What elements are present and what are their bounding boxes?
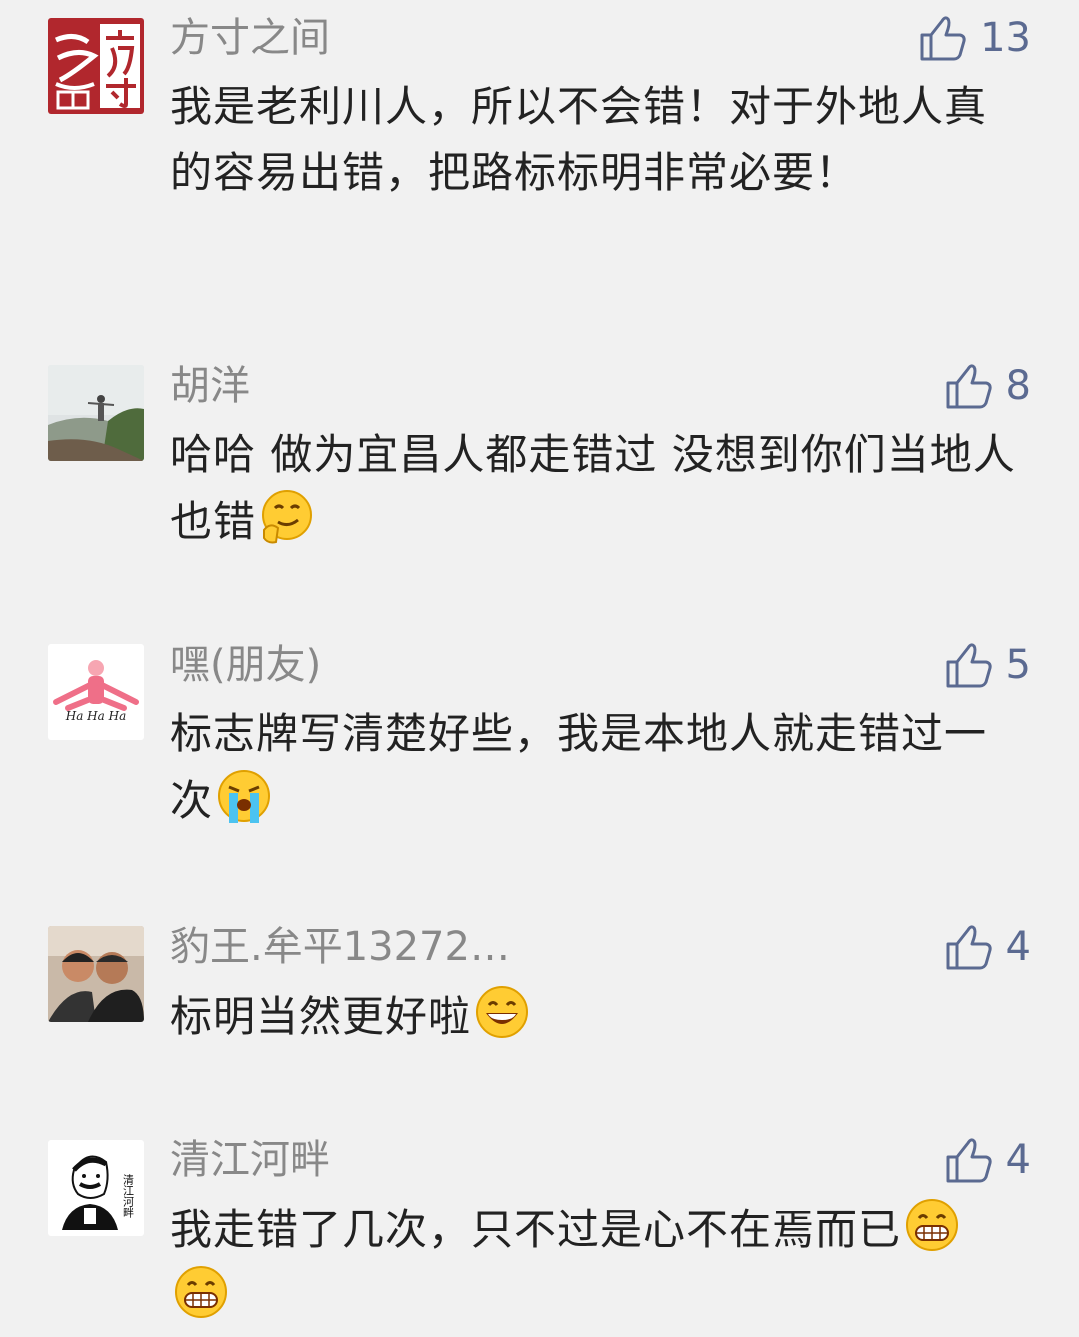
- mountain-photo-image: [48, 365, 144, 461]
- thinking-face-icon: [258, 488, 316, 546]
- comment-text: 我走错了几次，只不过是心不在焉而已: [170, 1205, 902, 1254]
- sketch-portrait-image: 清江河畔: [48, 1140, 144, 1236]
- comment-author[interactable]: 方寸之间: [170, 14, 330, 62]
- comment-text: 标明当然更好啦: [170, 992, 472, 1041]
- like-button[interactable]: 4: [944, 921, 1031, 973]
- thumbs-up-icon: [946, 364, 992, 409]
- couple-photo-image: [48, 926, 144, 1022]
- thumbs-up-icon: [946, 1138, 992, 1183]
- avatar[interactable]: Ha Ha Ha: [48, 644, 144, 740]
- avatar[interactable]: 清江河畔: [48, 1140, 144, 1236]
- comment-author[interactable]: 豹王.牟平13272…: [170, 923, 510, 971]
- avatar[interactable]: [48, 926, 144, 1022]
- avatar-text: Ha Ha Ha: [65, 709, 127, 723]
- grimacing-face-icon: [903, 1196, 961, 1254]
- comment-author[interactable]: 清江河畔: [170, 1136, 330, 1184]
- comment-text: 我是老利川人，所以不会错！对于外地人真的容易出错，把路标标明非常必要！: [170, 82, 988, 197]
- grinning-face-icon: [473, 983, 531, 1041]
- like-button[interactable]: 5: [944, 639, 1031, 691]
- avatar[interactable]: [48, 365, 144, 461]
- like-count: 8: [1005, 363, 1031, 409]
- thumbs-up-icon: [946, 925, 992, 970]
- thumbs-up-icon: [920, 16, 966, 61]
- crying-face-icon: [215, 767, 273, 825]
- grimacing-face-icon: [172, 1263, 230, 1321]
- comment-author[interactable]: 胡洋: [170, 362, 250, 410]
- hahaha-cartoon-image: Ha Ha Ha: [48, 644, 144, 740]
- like-count: 5: [1005, 642, 1031, 688]
- comment-text: 标志牌写清楚好些，我是本地人就走错过一次: [170, 709, 988, 825]
- like-button[interactable]: 13: [918, 12, 1031, 64]
- like-button[interactable]: 8: [944, 360, 1031, 412]
- calligraphy-logo-image: [48, 18, 144, 114]
- avatar-text: 清江河畔: [122, 1174, 135, 1218]
- like-count: 4: [1005, 1137, 1031, 1183]
- thumbs-up-icon: [946, 643, 992, 688]
- avatar[interactable]: [48, 18, 144, 114]
- like-count: 13: [980, 15, 1031, 61]
- like-button[interactable]: 4: [944, 1134, 1031, 1186]
- comment-author[interactable]: 嘿(朋友): [170, 641, 321, 689]
- like-count: 4: [1005, 924, 1031, 970]
